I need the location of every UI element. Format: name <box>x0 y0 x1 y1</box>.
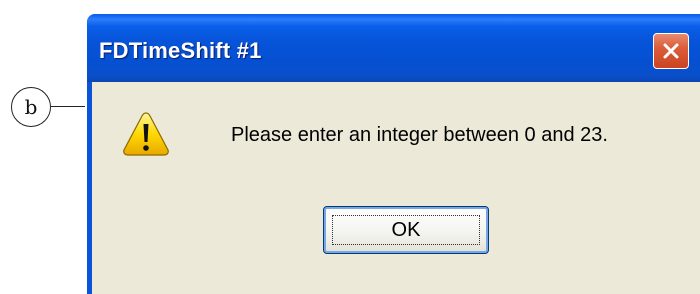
ok-button[interactable]: OK <box>323 206 489 254</box>
title-bar[interactable]: FDTimeShift #1 <box>87 14 700 82</box>
window-title: FDTimeShift #1 <box>99 38 262 63</box>
dialog-message: Please enter an integer between 0 and 23… <box>231 124 608 146</box>
dialog-window: FDTimeShift #1 Please enter an integer b… <box>87 14 700 294</box>
focus-rectangle <box>332 215 480 245</box>
callout-label: b <box>24 95 38 119</box>
callout-marker: b <box>11 87 51 127</box>
warning-icon <box>123 112 169 156</box>
callout-leader-line <box>51 106 85 107</box>
dialog-body: Please enter an integer between 0 and 23… <box>92 82 700 294</box>
close-icon <box>663 43 679 59</box>
close-button[interactable] <box>653 33 689 69</box>
